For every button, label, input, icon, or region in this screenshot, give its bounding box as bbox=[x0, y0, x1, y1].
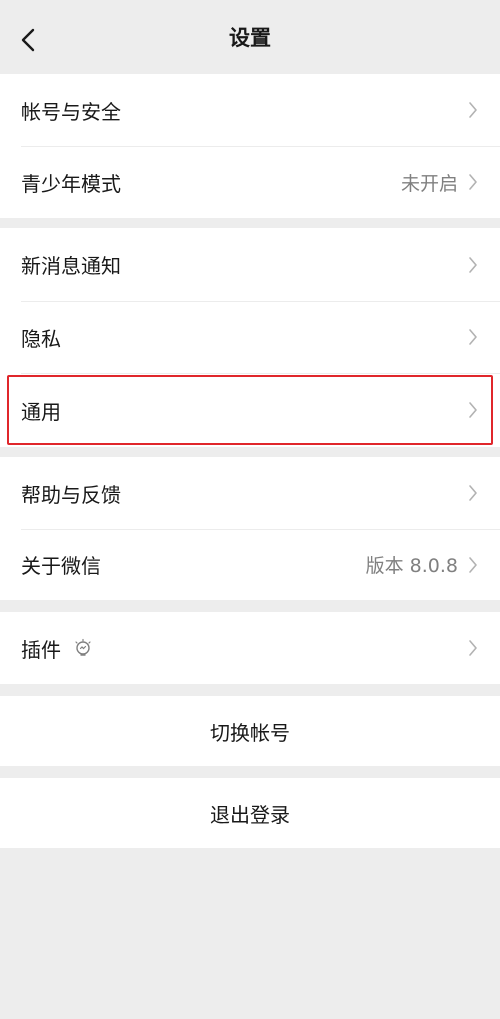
lightbulb-icon bbox=[73, 638, 93, 658]
item-label: 帮助与反馈 bbox=[21, 482, 121, 507]
help-group: 帮助与反馈 关于微信 版本 8.0.8 bbox=[0, 457, 500, 600]
chevron-right-icon bbox=[468, 256, 478, 274]
settings-item-privacy[interactable]: 隐私 bbox=[0, 301, 500, 373]
chevron-right-icon bbox=[468, 484, 478, 502]
navigation-bar: 设置 bbox=[0, 0, 500, 74]
back-button[interactable] bbox=[14, 26, 42, 54]
settings-item-general[interactable]: 通用 bbox=[0, 373, 500, 447]
chevron-left-icon bbox=[21, 28, 35, 52]
item-label: 通用 bbox=[21, 399, 61, 424]
logout-button[interactable]: 退出登录 bbox=[0, 778, 500, 848]
settings-item-account-security[interactable]: 帐号与安全 bbox=[0, 74, 500, 146]
chevron-right-icon bbox=[468, 328, 478, 346]
settings-item-help-feedback[interactable]: 帮助与反馈 bbox=[0, 457, 500, 529]
item-label: 新消息通知 bbox=[21, 254, 121, 278]
teen-mode-status: 未开启 bbox=[400, 172, 458, 195]
item-label: 隐私 bbox=[21, 326, 61, 351]
chevron-right-icon bbox=[468, 101, 478, 119]
chevron-right-icon bbox=[468, 556, 478, 574]
item-label: 插件 bbox=[21, 637, 61, 662]
notification-group: 新消息通知 隐私 通用 bbox=[0, 228, 500, 447]
chevron-right-icon bbox=[468, 401, 478, 419]
settings-item-plugins[interactable]: 插件 bbox=[0, 612, 500, 684]
settings-item-teen-mode[interactable]: 青少年模式 未开启 bbox=[0, 146, 500, 218]
account-group: 帐号与安全 青少年模式 未开启 bbox=[0, 74, 500, 218]
chevron-right-icon bbox=[468, 639, 478, 657]
item-label: 关于微信 bbox=[21, 554, 101, 578]
plugin-group: 插件 bbox=[0, 612, 500, 684]
settings-item-notifications[interactable]: 新消息通知 bbox=[0, 228, 500, 301]
switch-account-button[interactable]: 切换帐号 bbox=[0, 696, 500, 766]
item-label: 青少年模式 bbox=[21, 171, 121, 196]
chevron-right-icon bbox=[468, 173, 478, 191]
settings-item-about-wechat[interactable]: 关于微信 版本 8.0.8 bbox=[0, 529, 500, 600]
version-text: 版本 8.0.8 bbox=[365, 555, 458, 577]
page-title: 设置 bbox=[229, 26, 271, 50]
highlight-box bbox=[7, 375, 493, 445]
item-label: 帐号与安全 bbox=[21, 99, 121, 124]
